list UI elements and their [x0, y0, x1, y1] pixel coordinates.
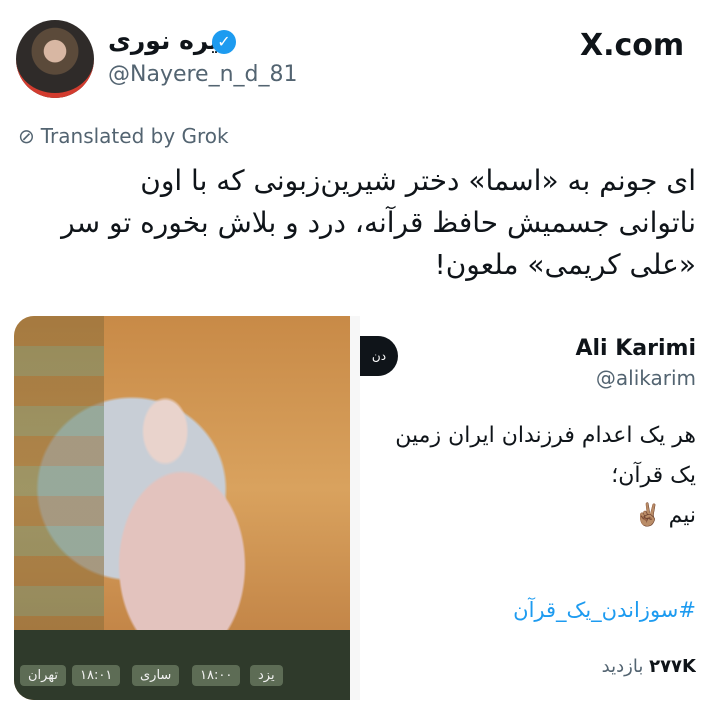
- quoted-author-handle: @alikarim: [595, 366, 696, 390]
- quoted-hashtag: #سوزاندن_یک_قرآن: [513, 598, 696, 622]
- avatar-ring: [16, 20, 94, 98]
- quoted-hashtag-text: سوزاندن_یک_قرآن: [513, 598, 679, 622]
- ticker-time-1: ۱۸:۰۱: [72, 665, 121, 686]
- tweet-media[interactable]: تهران ۱۸:۰۱ ساری ۱۸:۰۰ یزد دن Ali Karimi…: [14, 316, 696, 700]
- quoted-follow-pill: دن: [360, 336, 398, 376]
- views-count: ۲۷۷K: [649, 656, 696, 677]
- verified-badge-icon: ✓: [212, 30, 236, 54]
- ticker-city-3: یزد: [250, 665, 283, 686]
- x-logo: X.com: [580, 28, 685, 63]
- views-label: بازدید: [601, 656, 644, 677]
- tweet-header: نیره نوری ✓ @Nayere_n_d_81 X.com: [0, 0, 710, 110]
- quoted-screenshot[interactable]: دن Ali Karimi @alikarim هر یک اعدام فرزن…: [360, 316, 696, 700]
- ticker-city-2: ساری: [132, 665, 180, 686]
- author-name[interactable]: نیره نوری: [108, 26, 229, 55]
- translated-by-label: ⊘ Translated by Grok: [18, 124, 229, 148]
- tweet-text: ای جونم به «اسما» دختر شیرین‌زبونی که با…: [61, 164, 696, 281]
- translated-text: Translated by Grok: [40, 124, 229, 148]
- media-photo[interactable]: تهران ۱۸:۰۱ ساری ۱۸:۰۰ یزد: [14, 316, 350, 700]
- slashed-circle-icon: ⊘: [18, 124, 35, 148]
- author-handle[interactable]: @Nayere_n_d_81: [108, 62, 298, 87]
- quoted-views: ۲۷۷K بازدید: [602, 656, 696, 677]
- photo-tv-ticker: تهران ۱۸:۰۱ ساری ۱۸:۰۰ یزد: [14, 630, 350, 700]
- ticker-time-2: ۱۸:۰۰: [192, 665, 241, 686]
- quoted-text: هر یک اعدام فرزندان ایران زمین یک قرآن؛ …: [395, 423, 696, 528]
- quoted-author-name: Ali Karimi: [575, 336, 696, 361]
- ticker-city-1: تهران: [20, 665, 66, 686]
